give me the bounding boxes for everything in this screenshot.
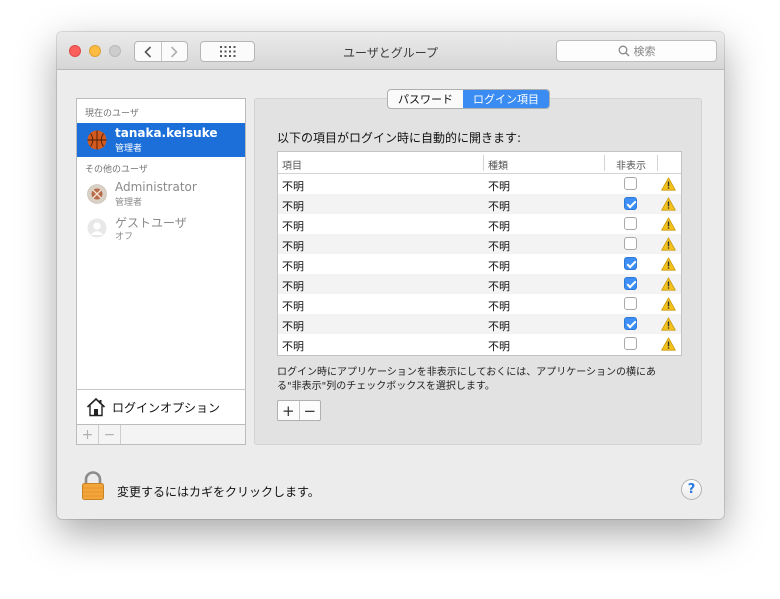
user-name: tanaka.keisuke xyxy=(115,126,218,140)
users-groups-window: ユーザとグループ 検索 現在のユーザ tanaka.keisuke 管理者 その… xyxy=(57,32,724,519)
item-kind: 不明 xyxy=(488,260,510,273)
login-options-label: ログインオプション xyxy=(112,400,221,415)
user-row-administrator[interactable]: Administrator 管理者 xyxy=(77,177,245,211)
warning-icon xyxy=(661,197,676,211)
item-kind: 不明 xyxy=(488,200,510,213)
basketball-avatar-icon xyxy=(87,130,107,150)
login-items-heading: 以下の項目がログイン時に自動的に開きます: xyxy=(277,131,522,145)
login-items-add-remove: + − xyxy=(277,400,321,421)
column-header-kind[interactable]: 種類 xyxy=(488,157,508,172)
hide-checkbox[interactable] xyxy=(624,237,637,250)
note-line: ログイン時にアプリケーションを非表示にしておくには、アプリケーションの横にあ xyxy=(277,367,656,378)
item-name: 不明 xyxy=(282,200,304,213)
warning-icon xyxy=(661,257,676,271)
item-name: 不明 xyxy=(282,320,304,333)
warning-icon xyxy=(661,277,676,291)
tab-bar: パスワード ログイン項目 xyxy=(387,89,550,109)
user-name: Administrator xyxy=(115,180,197,194)
title-bar: ユーザとグループ 検索 xyxy=(57,32,724,70)
hide-checkbox[interactable] xyxy=(624,277,637,290)
item-name: 不明 xyxy=(282,220,304,233)
user-row-guest[interactable]: ゲストユーザ オフ xyxy=(77,211,245,245)
lock-icon[interactable] xyxy=(81,471,105,501)
table-row[interactable]: 不明 不明 xyxy=(278,334,681,354)
hide-checkbox[interactable] xyxy=(624,217,637,230)
remove-login-item-button[interactable]: − xyxy=(298,401,321,420)
table-row[interactable]: 不明 不明 xyxy=(278,254,681,274)
hide-checkbox[interactable] xyxy=(624,317,637,330)
item-kind: 不明 xyxy=(488,320,510,333)
warning-icon xyxy=(661,337,676,351)
table-row[interactable]: 不明 不明 xyxy=(278,214,681,234)
hide-checkbox[interactable] xyxy=(624,297,637,310)
search-placeholder: 検索 xyxy=(633,45,656,58)
hide-checkbox[interactable] xyxy=(624,177,637,190)
item-name: 不明 xyxy=(282,180,304,193)
warning-icon xyxy=(661,297,676,311)
column-header-hide[interactable]: 非表示 xyxy=(616,157,646,172)
item-kind: 不明 xyxy=(488,280,510,293)
item-kind: 不明 xyxy=(488,300,510,313)
user-role: 管理者 xyxy=(115,144,143,154)
item-kind: 不明 xyxy=(488,340,510,353)
table-row[interactable]: 不明 不明 xyxy=(278,274,681,294)
hide-checkbox[interactable] xyxy=(624,337,637,350)
warning-icon xyxy=(661,217,676,231)
house-icon xyxy=(86,397,106,417)
add-user-button[interactable]: + xyxy=(77,425,99,444)
user-role: 管理者 xyxy=(115,198,143,208)
table-header: 項目 種類 非表示 xyxy=(278,152,681,174)
item-name: 不明 xyxy=(282,340,304,353)
item-name: 不明 xyxy=(282,300,304,313)
item-kind: 不明 xyxy=(488,240,510,253)
item-kind: 不明 xyxy=(488,220,510,233)
user-row-current[interactable]: tanaka.keisuke 管理者 xyxy=(77,123,245,157)
table-row[interactable]: 不明 不明 xyxy=(278,314,681,334)
search-field[interactable]: 検索 xyxy=(556,40,717,62)
hide-checkbox[interactable] xyxy=(624,257,637,270)
warning-icon xyxy=(661,177,676,191)
help-button[interactable]: ? xyxy=(681,479,702,500)
user-list-add-remove: + − xyxy=(76,425,246,445)
lock-instruction: 変更するにはカギをクリックします。 xyxy=(117,485,320,499)
table-row[interactable]: 不明 不明 xyxy=(278,294,681,314)
login-options-item[interactable]: ログインオプション xyxy=(76,389,246,425)
table-row[interactable]: 不明 不明 xyxy=(278,174,681,194)
item-kind: 不明 xyxy=(488,180,510,193)
administrator-avatar-icon xyxy=(87,184,107,204)
other-users-header: その他のユーザ xyxy=(85,165,148,175)
column-header-item[interactable]: 項目 xyxy=(282,157,302,172)
note-line: る"非表示"列のチェックボックスを選択します。 xyxy=(277,381,495,392)
login-items-table: 項目 種類 非表示 不明 不明 不明 不明 不明 不明 不明 不明 不明 不明 不明 不明 不明 不明 不明… xyxy=(277,151,682,356)
item-name: 不明 xyxy=(282,280,304,293)
search-icon xyxy=(618,45,629,57)
remove-user-button[interactable]: − xyxy=(99,425,121,444)
tab-password[interactable]: パスワード xyxy=(388,90,463,108)
user-role: オフ xyxy=(115,232,134,242)
warning-icon xyxy=(661,317,676,331)
add-login-item-button[interactable]: + xyxy=(278,401,299,420)
table-row[interactable]: 不明 不明 xyxy=(278,234,681,254)
warning-icon xyxy=(661,237,676,251)
hide-checkbox[interactable] xyxy=(624,197,637,210)
hide-instruction-note: ログイン時にアプリケーションを非表示にしておくには、アプリケーションの横にあ る… xyxy=(277,366,687,394)
current-user-header: 現在のユーザ xyxy=(85,109,139,119)
table-row[interactable]: 不明 不明 xyxy=(278,194,681,214)
item-name: 不明 xyxy=(282,240,304,253)
user-list: 現在のユーザ tanaka.keisuke 管理者 その他のユーザ Admini… xyxy=(76,98,246,390)
item-name: 不明 xyxy=(282,260,304,273)
guest-avatar-icon xyxy=(87,218,107,238)
tab-login-items[interactable]: ログイン項目 xyxy=(463,90,549,108)
